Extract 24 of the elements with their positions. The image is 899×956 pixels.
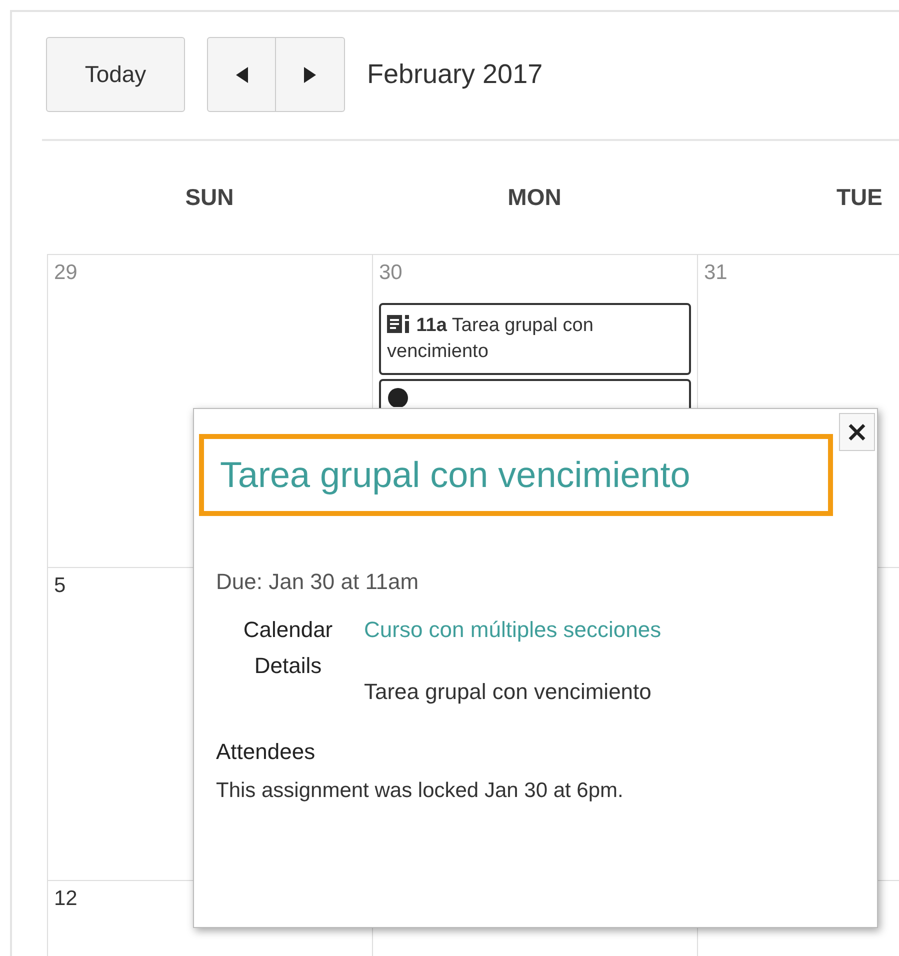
weekday-header: MON [506,184,562,211]
details-text: Tarea grupal con vencimiento [364,678,652,705]
attendees-heading: Attendees [216,739,316,765]
field-label: Calendar [242,617,334,643]
right-triangle-icon [303,66,317,84]
due-date: Due: Jan 30 at 11am [216,569,420,595]
close-button[interactable]: × [839,413,875,451]
field-label: Details [253,653,323,680]
today-button[interactable]: Today [46,37,185,112]
next-button[interactable] [276,37,345,112]
day-number: 30 [379,261,402,285]
calendar-event[interactable]: 11a Tarea grupal con vencimiento [379,303,691,375]
weekday-header: TUE [836,184,884,211]
day-number: 31 [704,261,728,285]
left-triangle-icon [234,66,248,84]
lock-note: This assignment was locked Jan 30 at 6pm. [216,779,624,803]
event-title: Tarea grupal con vencimiento [199,434,833,516]
assignment-icon [387,314,411,334]
weekday-header: SUN [184,184,235,211]
day-number: 12 [54,887,78,911]
month-title: February 2017 [367,59,543,90]
day-number: 5 [54,574,66,598]
previous-button[interactable] [207,37,276,112]
day-number: 29 [54,261,78,285]
